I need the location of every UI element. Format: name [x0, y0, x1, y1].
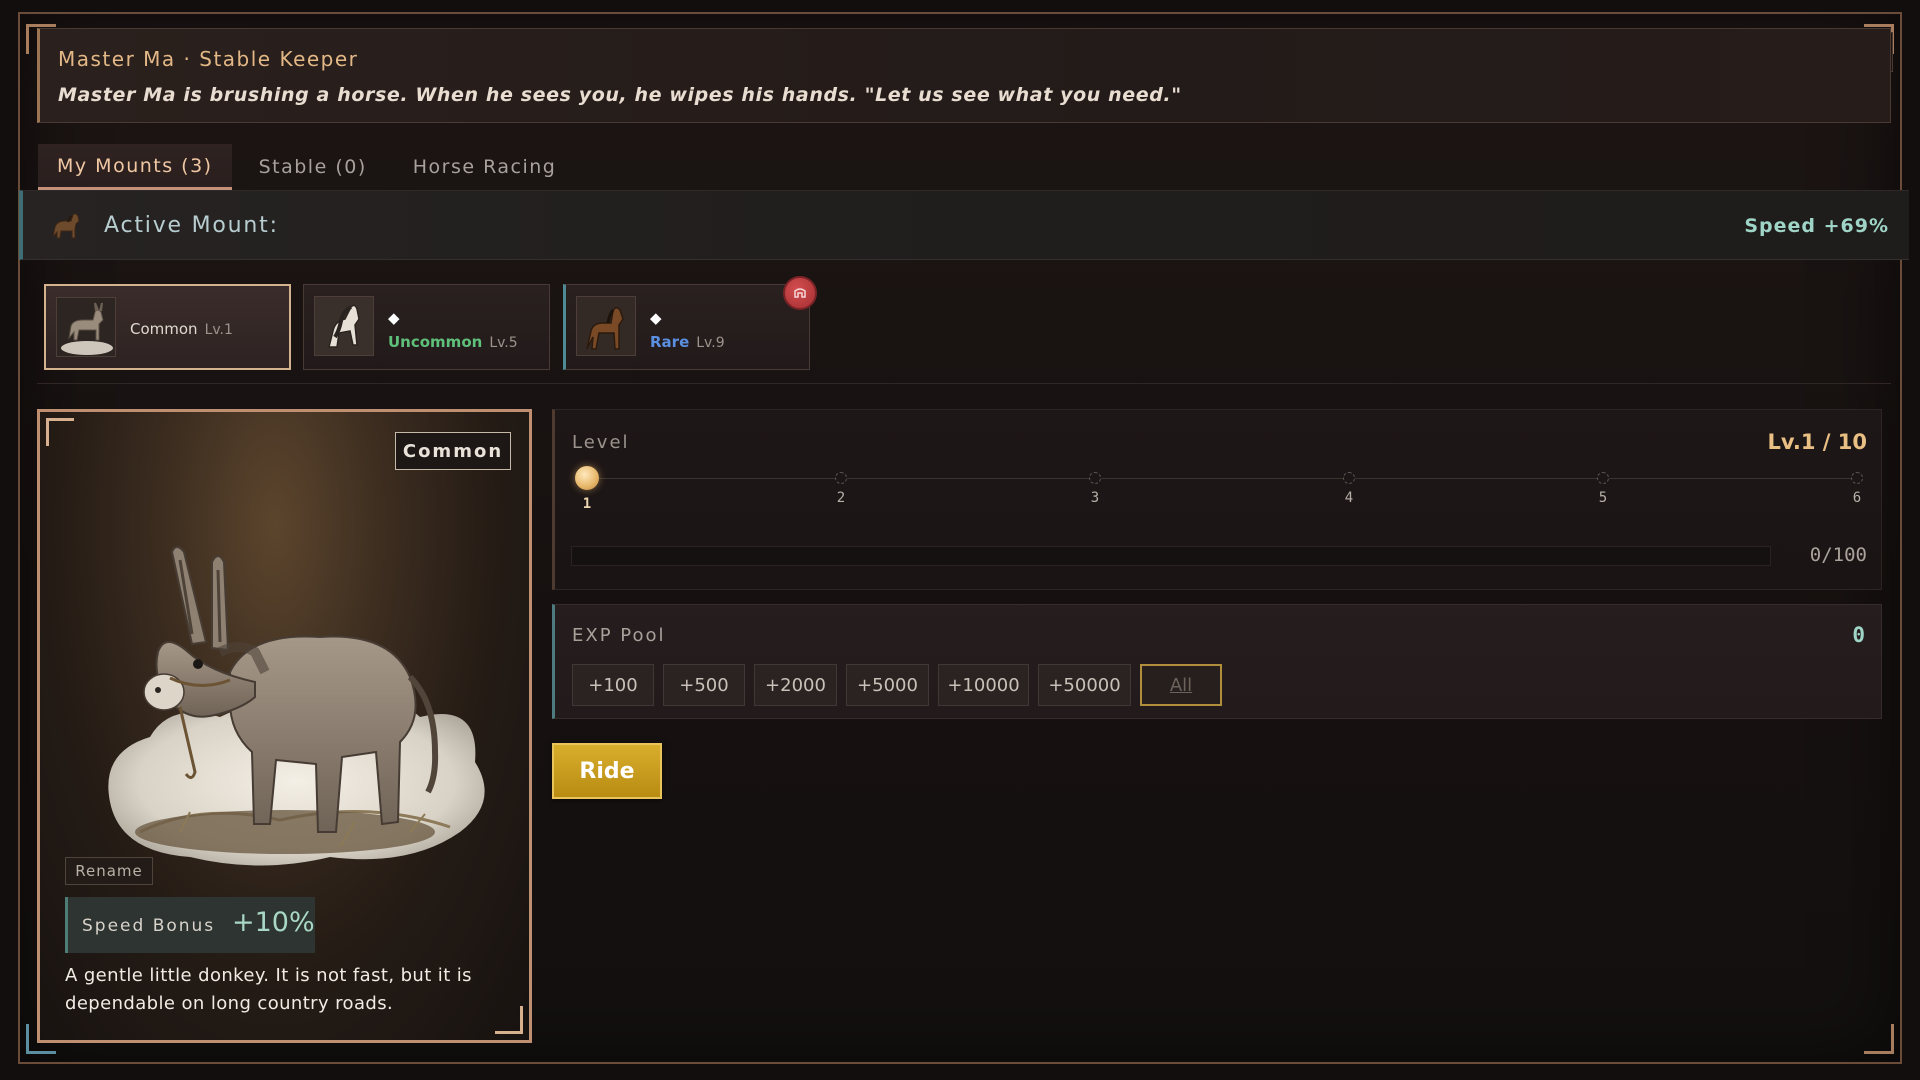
saddle-icon — [794, 288, 806, 298]
mount-thumbnail — [56, 297, 116, 357]
speed-summary: Speed +69% — [1744, 215, 1889, 237]
mount-thumbnail — [314, 296, 374, 356]
speed-bonus-value: +10% — [232, 907, 315, 938]
exp-progress-text: 0/100 — [1809, 544, 1867, 566]
level-node-label: 3 — [1090, 490, 1100, 506]
level-node — [835, 472, 847, 484]
tab-bar: My Mounts (3) Stable (0) Horse Racing — [38, 144, 583, 190]
npc-dialog: Master Ma · Stable Keeper Master Ma is b… — [37, 28, 1891, 123]
mount-portrait-card: Common Rename Speed Bonus +10% A gentle … — [37, 409, 532, 1043]
level-node — [1597, 472, 1609, 484]
exp-add-5000-button[interactable]: +5000 — [846, 664, 929, 706]
level-track — [587, 478, 1857, 479]
level-node — [1343, 472, 1355, 484]
mount-rarity-text: Rare — [650, 333, 690, 351]
mount-card-uncommon[interactable]: ◆ Uncommon Lv.5 — [303, 284, 550, 370]
level-label: Level — [572, 432, 630, 453]
tab-my-mounts[interactable]: My Mounts (3) — [38, 144, 232, 190]
mount-rarity-text: Uncommon — [388, 333, 483, 351]
exp-add-50000-button[interactable]: +50000 — [1038, 664, 1131, 706]
active-mount-bar: Active Mount: Speed +69% — [19, 190, 1909, 260]
mount-rarity: Common Lv.1 — [130, 320, 233, 338]
exp-add-500-button[interactable]: +500 — [663, 664, 745, 706]
quality-diamond-icon: ◆ — [388, 309, 400, 327]
exp-pool-label: EXP Pool — [572, 625, 666, 646]
mount-level: Lv.5 — [489, 335, 518, 351]
ride-button[interactable]: Ride — [552, 743, 662, 799]
divider — [37, 383, 1891, 384]
mount-card-common[interactable]: Common Lv.1 — [44, 284, 291, 370]
donkey-portrait — [108, 546, 485, 866]
exp-pool-value: 0 — [1852, 623, 1865, 647]
mount-card-rare[interactable]: ◆ Rare Lv.9 — [563, 284, 810, 370]
level-node — [1089, 472, 1101, 484]
npc-dialog-text: Master Ma is brushing a horse. When he s… — [58, 84, 1182, 106]
quality-diamond-icon: ◆ — [650, 309, 662, 327]
level-node-label: 4 — [1344, 490, 1354, 506]
mount-rarity: Rare Lv.9 — [650, 333, 725, 351]
level-node-label: 6 — [1852, 490, 1862, 506]
npc-name: Master Ma · Stable Keeper — [58, 47, 359, 71]
exp-button-row: +100 +500 +2000 +5000 +10000 +50000 All — [572, 664, 1231, 706]
tab-stable[interactable]: Stable (0) — [240, 144, 386, 190]
level-node-label: 1 — [582, 496, 592, 512]
rarity-tag: Common — [395, 432, 511, 470]
mount-level: Lv.1 — [204, 322, 233, 338]
mount-thumbnail — [576, 296, 636, 356]
riding-badge-icon — [783, 276, 817, 310]
level-value: Lv.1 / 10 — [1767, 430, 1867, 454]
exp-add-2000-button[interactable]: +2000 — [754, 664, 837, 706]
level-node-label: 5 — [1598, 490, 1608, 506]
speed-bonus-label: Speed Bonus — [82, 916, 216, 936]
donkey-icon — [61, 302, 113, 355]
mount-rarity-text: Common — [130, 320, 198, 338]
portrait-corner — [46, 418, 74, 446]
rename-button[interactable]: Rename — [65, 857, 153, 885]
speed-bonus-box: Speed Bonus +10% — [65, 897, 315, 953]
frame-corner — [1864, 1024, 1894, 1054]
horse-icon — [577, 297, 635, 355]
level-panel: Level Lv.1 / 10 1 2 3 4 5 6 0/100 — [552, 409, 1882, 590]
mount-level: Lv.9 — [696, 335, 725, 351]
exp-add-10000-button[interactable]: +10000 — [938, 664, 1029, 706]
mount-description: A gentle little donkey. It is not fast, … — [65, 965, 472, 1014]
exp-add-100-button[interactable]: +100 — [572, 664, 654, 706]
horse-icon — [315, 297, 373, 355]
mount-rarity: Uncommon Lv.5 — [388, 333, 518, 351]
tab-horse-racing[interactable]: Horse Racing — [394, 144, 576, 190]
level-node — [1851, 472, 1863, 484]
exp-add-all-button[interactable]: All — [1140, 664, 1222, 706]
level-node-label: 2 — [836, 490, 846, 506]
active-mount-label: Active Mount: — [104, 213, 279, 238]
exp-pool-panel: EXP Pool 0 +100 +500 +2000 +5000 +10000 … — [552, 604, 1882, 719]
level-node-current — [575, 466, 599, 490]
exp-progress-bar — [571, 546, 1771, 566]
horse-icon — [52, 213, 80, 239]
